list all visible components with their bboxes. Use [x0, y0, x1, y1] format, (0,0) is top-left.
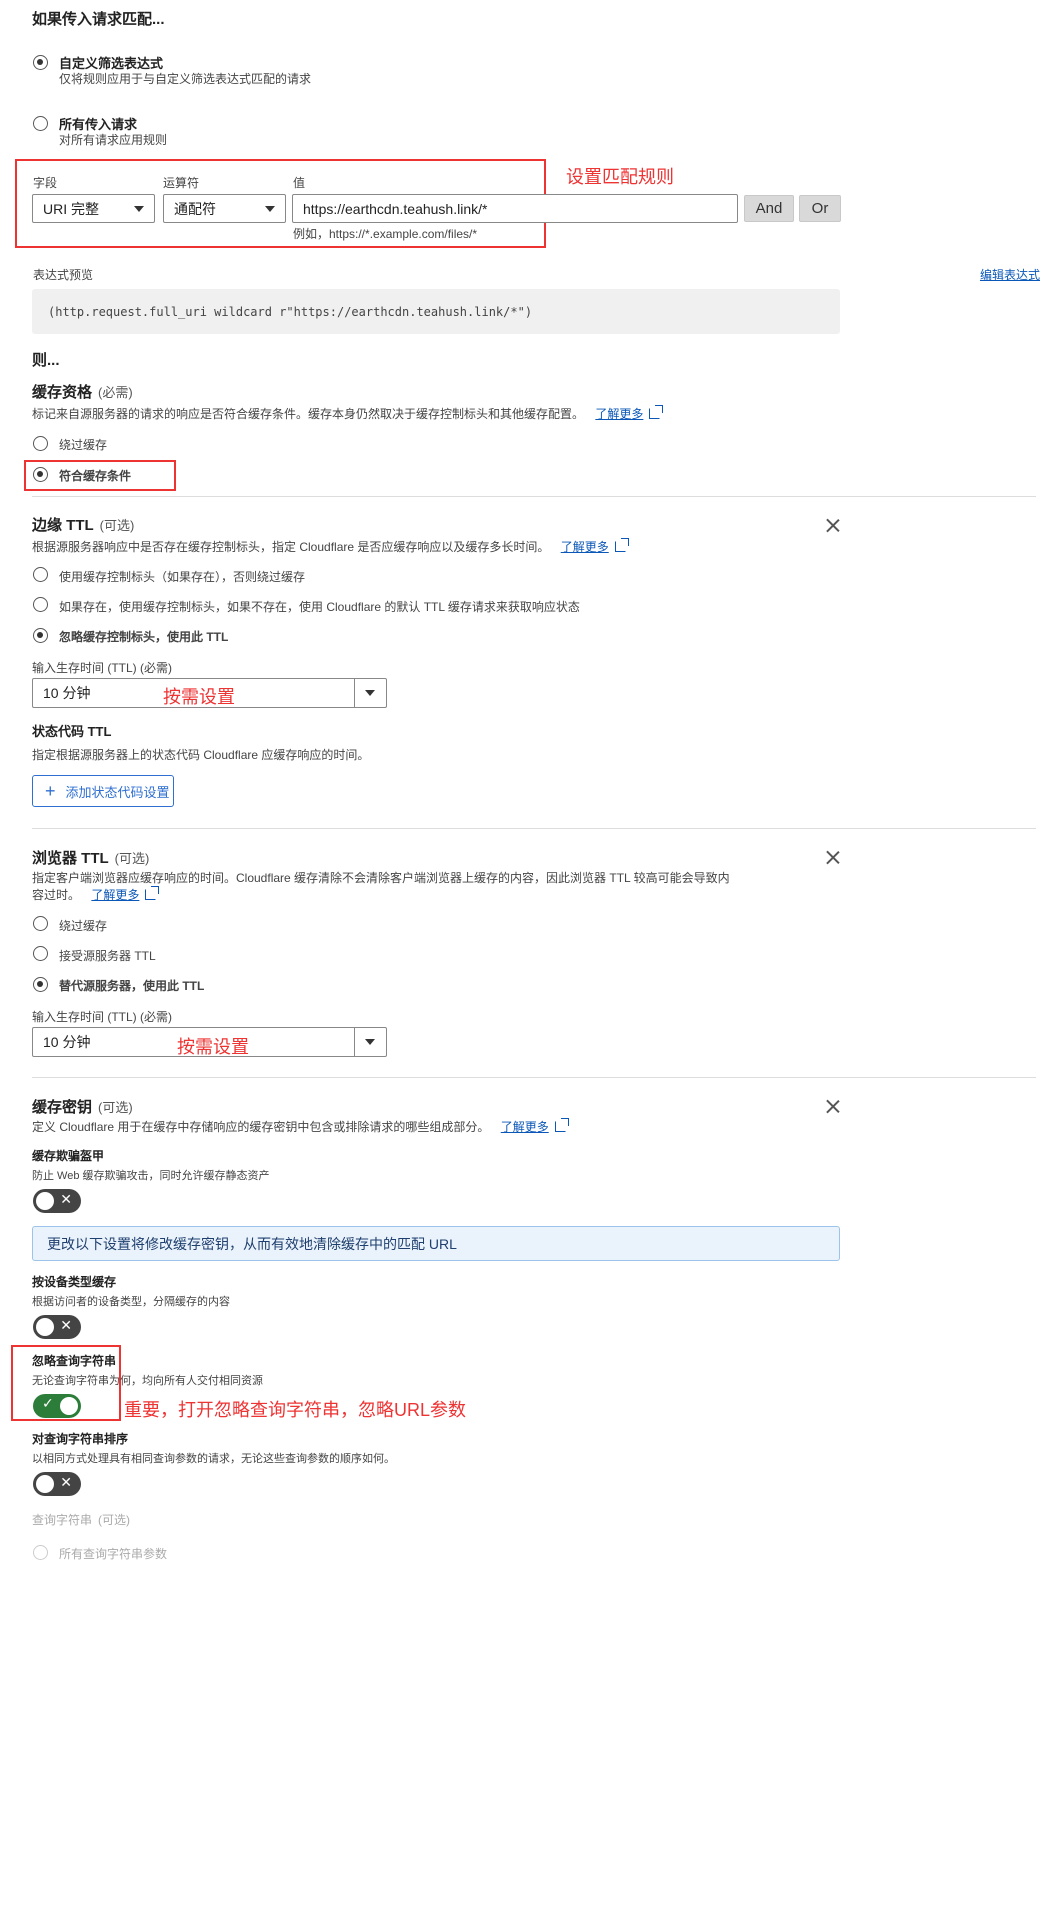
- field-label: 字段: [33, 176, 58, 190]
- chevron-down-icon: [134, 205, 144, 212]
- custom-filter-radio[interactable]: [33, 55, 48, 70]
- edge-ttl-annotation: 按需设置: [163, 687, 235, 707]
- browser-option-1-label: 绕过缓存: [59, 919, 108, 933]
- learn-more-link[interactable]: 了解更多: [91, 888, 139, 902]
- edge-ttl-desc: 根据源服务器响应中是否存在缓存控制标头，指定 Cloudflare 是否应缓存响…: [32, 538, 629, 555]
- expression-label: 表达式预览: [33, 268, 94, 282]
- browser-option-3-radio[interactable]: [33, 977, 48, 992]
- all-requests-radio[interactable]: [33, 116, 48, 131]
- add-status-code-button[interactable]: + 添加状态代码设置: [32, 775, 174, 807]
- dropdown-button[interactable]: [354, 679, 386, 707]
- cache-key-title: 缓存密钥 (可选): [32, 1099, 133, 1116]
- sort-query-title: 对查询字符串排序: [32, 1432, 129, 1446]
- eligible-cache-radio[interactable]: [33, 467, 48, 482]
- browser-option-2-radio[interactable]: [33, 946, 48, 961]
- browser-ttl-desc-line2: 容过时。 了解更多: [32, 886, 160, 903]
- divider: [32, 496, 1036, 497]
- expression-code: (http.request.full_uri wildcard r"https:…: [48, 305, 533, 319]
- external-link-icon: [145, 886, 160, 900]
- chevron-down-icon: [265, 205, 275, 212]
- edge-option-2-radio[interactable]: [33, 597, 48, 612]
- browser-ttl-title: 浏览器 TTL (可选): [32, 850, 150, 867]
- then-label: 则...: [32, 352, 60, 369]
- cache-eligibility-desc: 标记来自源服务器的请求的响应是否符合缓存条件。缓存本身仍然取决于缓存控制标头和其…: [32, 405, 664, 422]
- divider: [32, 1077, 1036, 1078]
- operator-select-value: 通配符: [174, 200, 216, 217]
- deception-armor-desc: 防止 Web 缓存欺骗攻击，同时允许缓存静态资产: [32, 1170, 270, 1182]
- edge-ttl-input-label: 输入生存时间 (TTL) (必需): [32, 661, 172, 675]
- x-icon: ✕: [60, 1317, 72, 1333]
- ignore-query-annotation: 重要，打开忽略查询字符串，忽略URL参数: [124, 1400, 467, 1420]
- all-params-label: 所有查询字符串参数: [59, 1547, 168, 1561]
- edge-option-1-radio[interactable]: [33, 567, 48, 582]
- sort-query-toggle[interactable]: ✕: [33, 1472, 81, 1496]
- value-hint: 例如，https://*.example.com/files/*: [293, 227, 478, 241]
- edge-option-3-label: 忽略缓存控制标头，使用此 TTL: [59, 630, 229, 644]
- deception-armor-toggle[interactable]: ✕: [33, 1189, 81, 1213]
- all-params-radio[interactable]: [33, 1545, 48, 1560]
- status-code-ttl-title: 状态代码 TTL: [32, 724, 112, 739]
- custom-filter-desc: 仅将规则应用于与自定义筛选表达式匹配的请求: [59, 72, 312, 86]
- browser-option-3-label: 替代源服务器，使用此 TTL: [59, 979, 205, 993]
- match-rule-annotation: 设置匹配规则: [566, 167, 674, 187]
- chevron-down-icon: [365, 690, 375, 696]
- or-button[interactable]: Or: [799, 195, 841, 222]
- chevron-down-icon: [365, 1039, 375, 1045]
- browser-ttl-desc-line1: 指定客户端浏览器应缓存响应的时间。Cloudflare 缓存清除不会清除客户端浏…: [32, 871, 730, 885]
- close-icon[interactable]: [826, 850, 840, 864]
- edit-expression-link[interactable]: 编辑表达式: [980, 266, 1040, 283]
- browser-ttl-input-label: 输入生存时间 (TTL) (必需): [32, 1010, 172, 1024]
- browser-ttl-value: 10 分钟: [43, 1034, 91, 1050]
- sort-query-desc: 以相同方式处理具有相同查询参数的请求，无论这些查询参数的顺序如何。: [32, 1453, 395, 1465]
- value-label: 值: [293, 176, 306, 190]
- x-icon: ✕: [60, 1474, 72, 1490]
- divider: [32, 828, 1036, 829]
- rule-heading: 如果传入请求匹配...: [32, 11, 165, 28]
- browser-option-2-label: 接受源服务器 TTL: [59, 949, 156, 963]
- dropdown-button[interactable]: [354, 1028, 386, 1056]
- edge-option-3-radio[interactable]: [33, 628, 48, 643]
- close-icon[interactable]: [826, 518, 840, 532]
- and-button[interactable]: And: [744, 195, 794, 222]
- query-string-label: 查询字符串 (可选): [32, 1513, 131, 1527]
- status-code-ttl-desc: 指定根据源服务器上的状态代码 Cloudflare 应缓存响应的时间。: [32, 748, 370, 762]
- bypass-cache-label: 绕过缓存: [59, 438, 108, 452]
- info-banner: 更改以下设置将修改缓存密钥，从而有效地清除缓存中的匹配 URL: [32, 1226, 840, 1261]
- browser-ttl-annotation: 按需设置: [177, 1037, 249, 1057]
- field-select[interactable]: URI 完整: [32, 194, 155, 223]
- ignore-query-toggle[interactable]: ✓: [33, 1394, 81, 1418]
- edge-option-2-label: 如果存在，使用缓存控制标头，如果不存在，使用 Cloudflare 的默认 TT…: [59, 600, 580, 614]
- learn-more-link[interactable]: 了解更多: [595, 407, 643, 421]
- device-type-title: 按设备类型缓存: [32, 1275, 117, 1289]
- cache-key-desc: 定义 Cloudflare 用于在缓存中存储响应的缓存密钥中包含或排除请求的哪些…: [32, 1118, 569, 1135]
- learn-more-link[interactable]: 了解更多: [561, 540, 609, 554]
- edge-ttl-value: 10 分钟: [43, 685, 91, 701]
- operator-select[interactable]: 通配符: [163, 194, 286, 223]
- edge-ttl-title: 边缘 TTL (可选): [32, 517, 135, 534]
- close-icon[interactable]: [826, 1099, 840, 1113]
- expression-preview-box: (http.request.full_uri wildcard r"https:…: [32, 289, 840, 334]
- device-type-toggle[interactable]: ✕: [33, 1315, 81, 1339]
- bypass-cache-radio[interactable]: [33, 436, 48, 451]
- learn-more-link[interactable]: 了解更多: [501, 1120, 549, 1134]
- x-icon: ✕: [60, 1191, 72, 1207]
- external-link-icon: [554, 1118, 569, 1132]
- cache-eligibility-title: 缓存资格 (必需): [32, 384, 133, 401]
- eligible-cache-label: 符合缓存条件: [59, 469, 132, 483]
- ignore-query-desc: 无论查询字符串为何，均向所有人交付相同资源: [32, 1375, 263, 1387]
- ignore-query-title: 忽略查询字符串: [32, 1354, 117, 1368]
- external-link-icon: [614, 538, 629, 552]
- value-input[interactable]: https://earthcdn.teahush.link/*: [292, 194, 738, 223]
- check-icon: ✓: [42, 1395, 54, 1411]
- device-type-desc: 根据访问者的设备类型，分隔缓存的内容: [32, 1296, 230, 1308]
- operator-label: 运算符: [163, 176, 200, 190]
- field-select-value: URI 完整: [43, 200, 99, 217]
- external-link-icon: [649, 405, 664, 419]
- value-input-text: https://earthcdn.teahush.link/*: [303, 200, 488, 217]
- deception-armor-title: 缓存欺骗盔甲: [32, 1149, 105, 1163]
- all-requests-desc: 对所有请求应用规则: [59, 133, 168, 147]
- edge-option-1-label: 使用缓存控制标头（如果存在），否则绕过缓存: [59, 570, 306, 584]
- browser-option-1-radio[interactable]: [33, 916, 48, 931]
- plus-icon: +: [45, 780, 56, 801]
